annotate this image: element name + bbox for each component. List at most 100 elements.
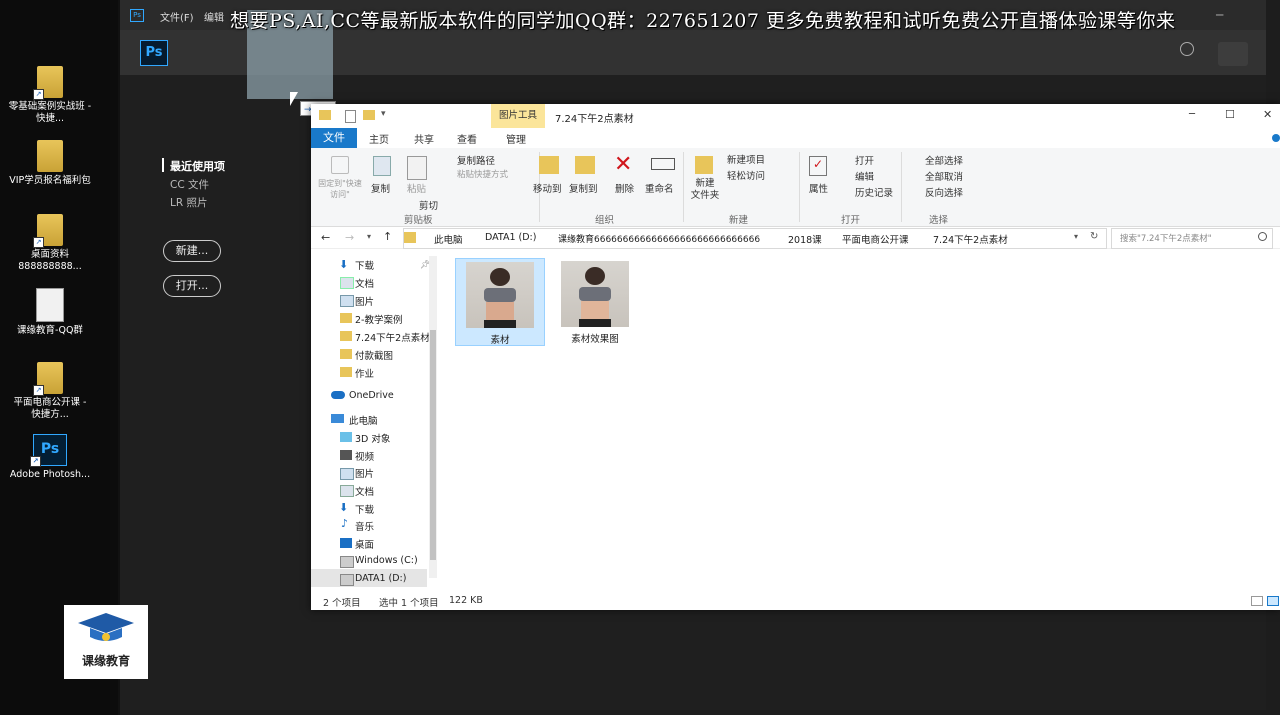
- paste-shortcut-button[interactable]: 粘贴快捷方式: [457, 168, 508, 180]
- rename-button[interactable]: 重命名: [645, 181, 674, 195]
- desktop-shortcut-ecommerce[interactable]: ↗ 平面电商公开课 - 快捷方...: [8, 362, 92, 421]
- breadcrumb-2018[interactable]: 2018课: [788, 232, 822, 246]
- refresh-icon[interactable]: ↻: [1090, 231, 1098, 242]
- photoshop-logo: Ps: [140, 40, 168, 66]
- forward-button[interactable]: →: [345, 231, 354, 244]
- properties-button[interactable]: 属性: [809, 181, 828, 195]
- folder-icon: [340, 349, 352, 359]
- cc-files-link[interactable]: CC 文件: [170, 177, 209, 192]
- nav-item-pc-pictures[interactable]: 图片: [355, 466, 374, 480]
- nav-item-downloads[interactable]: 下载: [355, 258, 374, 272]
- open-button[interactable]: 打开: [855, 153, 874, 167]
- move-to-button[interactable]: 移动到: [533, 181, 562, 195]
- recent-heading[interactable]: 最近使用项: [170, 158, 225, 174]
- invert-selection-button[interactable]: 反向选择: [925, 185, 963, 199]
- copy-path-button[interactable]: 复制路径: [457, 153, 495, 167]
- desktop-folder-materials[interactable]: ↗ 桌面资料888888888...: [8, 214, 92, 273]
- pin-icon: [331, 156, 349, 174]
- nav-scrollbar-thumb[interactable]: [430, 330, 436, 560]
- tab-home[interactable]: 主页: [369, 131, 389, 146]
- nav-item-documents[interactable]: 文档: [355, 276, 374, 290]
- quick-access-dropdown-icon[interactable]: ▾: [381, 109, 386, 119]
- nav-item-teaching-cases[interactable]: 2-教学案例: [355, 312, 402, 326]
- desktop-shortcut-photoshop[interactable]: Ps ↗ Adobe Photosh...: [8, 434, 92, 481]
- file-item-selected[interactable]: 素材: [455, 258, 545, 346]
- back-button[interactable]: ←: [321, 231, 330, 244]
- new-folder-button[interactable]: 新建 文件夹: [689, 178, 721, 202]
- nav-item-c-drive[interactable]: Windows (C:): [355, 555, 418, 566]
- new-item-button[interactable]: 新建项目: [727, 152, 765, 166]
- nav-item-current-folder[interactable]: 7.24下午2点素材: [355, 330, 431, 344]
- nav-item-music[interactable]: 音乐: [355, 519, 374, 533]
- new-file-button[interactable]: 新建...: [163, 240, 221, 262]
- nav-item-pc-downloads[interactable]: 下载: [355, 502, 374, 516]
- nav-item-homework[interactable]: 作业: [355, 366, 374, 380]
- search-box[interactable]: 搜索"7.24下午2点素材": [1111, 228, 1273, 249]
- nav-item-pc-documents[interactable]: 文档: [355, 484, 374, 498]
- group-label-organize: 组织: [595, 215, 615, 226]
- tab-share[interactable]: 共享: [414, 131, 434, 146]
- group-label-clipboard: 剪贴板: [404, 215, 433, 226]
- address-bar[interactable]: 此电脑 DATA1 (D:) 课缘教育666666666666666666666…: [403, 228, 1107, 249]
- easy-access-button[interactable]: 轻松访问: [727, 168, 765, 182]
- download-icon: ⬇: [339, 501, 349, 514]
- search-icon[interactable]: [1258, 232, 1267, 241]
- nav-item-desktop[interactable]: 桌面: [355, 537, 374, 551]
- menu-edit[interactable]: 编辑: [204, 9, 224, 24]
- nav-item-payment-screenshots[interactable]: 付款截图: [355, 348, 393, 362]
- address-dropdown-icon[interactable]: ▾: [1074, 232, 1078, 241]
- nav-item-d-drive[interactable]: DATA1 (D:): [355, 573, 406, 584]
- tab-manage[interactable]: 管理: [506, 131, 526, 146]
- copy-button[interactable]: 复制: [371, 181, 390, 195]
- nav-item-3d-objects[interactable]: 3D 对象: [355, 431, 390, 445]
- delete-button[interactable]: 删除: [615, 181, 634, 195]
- breadcrumb-ecommerce[interactable]: 平面电商公开课: [842, 232, 909, 246]
- menu-file[interactable]: 文件(F): [160, 9, 194, 24]
- tab-view[interactable]: 查看: [457, 131, 477, 146]
- details-view-icon[interactable]: [1251, 596, 1263, 606]
- nav-item-onedrive[interactable]: OneDrive: [349, 390, 394, 401]
- search-icon[interactable]: [1180, 42, 1194, 56]
- recent-locations-button[interactable]: ▾: [367, 232, 371, 241]
- folder-icon: [340, 313, 352, 323]
- search-input[interactable]: 搜索"7.24下午2点素材": [1120, 232, 1212, 244]
- select-none-button[interactable]: 全部取消: [925, 169, 963, 183]
- select-all-button[interactable]: 全部选择: [925, 153, 963, 167]
- file-list: 素材 素材效果图: [451, 250, 1280, 592]
- properties-quick-icon[interactable]: [345, 110, 356, 123]
- cut-button[interactable]: 剪切: [419, 198, 438, 212]
- nav-item-this-pc[interactable]: 此电脑: [349, 413, 378, 427]
- breadcrumb-course-folder[interactable]: 课缘教育66666666666666666666666666666: [558, 232, 760, 245]
- desktop-shortcut-case-class[interactable]: ↗ 零基础案例实战班 - 快捷...: [8, 66, 92, 125]
- close-button[interactable]: ✕: [1263, 108, 1272, 121]
- group-label-select: 选择: [929, 215, 949, 226]
- tab-file[interactable]: 文件: [311, 128, 357, 148]
- breadcrumb-current[interactable]: 7.24下午2点素材: [933, 232, 1008, 246]
- help-icon[interactable]: [1272, 134, 1280, 142]
- up-button[interactable]: ↑: [383, 230, 392, 243]
- minimize-button[interactable]: ─: [1189, 109, 1195, 120]
- file-name: 素材效果图: [571, 334, 619, 345]
- nav-item-videos[interactable]: 视频: [355, 449, 374, 463]
- file-item[interactable]: 素材效果图: [551, 258, 639, 345]
- desktop-folder-vip[interactable]: VIP学员报名福利包: [8, 140, 92, 187]
- lr-photos-link[interactable]: LR 照片: [170, 195, 207, 210]
- new-folder-quick-icon[interactable]: [363, 110, 375, 120]
- breadcrumb-this-pc[interactable]: 此电脑: [434, 232, 463, 246]
- breadcrumb-data1[interactable]: DATA1 (D:): [485, 232, 536, 243]
- account-button[interactable]: [1218, 42, 1248, 66]
- paste-button[interactable]: 粘贴: [407, 181, 426, 195]
- 3d-objects-icon: [340, 432, 352, 442]
- edit-button[interactable]: 编辑: [855, 169, 874, 183]
- file-explorer-window: ▾ 图片工具 7.24下午2点素材 ─ ☐ ✕ 文件 主页 共享 查看 管理 固…: [311, 104, 1280, 610]
- desktop-file-qq-group[interactable]: 课缘教育-QQ群: [8, 288, 92, 337]
- copy-to-button[interactable]: 复制到: [569, 181, 598, 195]
- history-button[interactable]: 历史记录: [855, 185, 893, 199]
- open-file-button[interactable]: 打开...: [163, 275, 221, 297]
- large-icons-view-icon[interactable]: [1267, 596, 1279, 606]
- desktop-icon-label: 平面电商公开课 - 快捷方...: [13, 397, 87, 420]
- maximize-button[interactable]: ☐: [1225, 108, 1235, 121]
- pin-to-quick-access-button[interactable]: 固定到"快速访问": [317, 178, 363, 200]
- nav-item-pictures[interactable]: 图片: [355, 294, 374, 308]
- picture-tools-context-tab[interactable]: 图片工具: [491, 104, 545, 128]
